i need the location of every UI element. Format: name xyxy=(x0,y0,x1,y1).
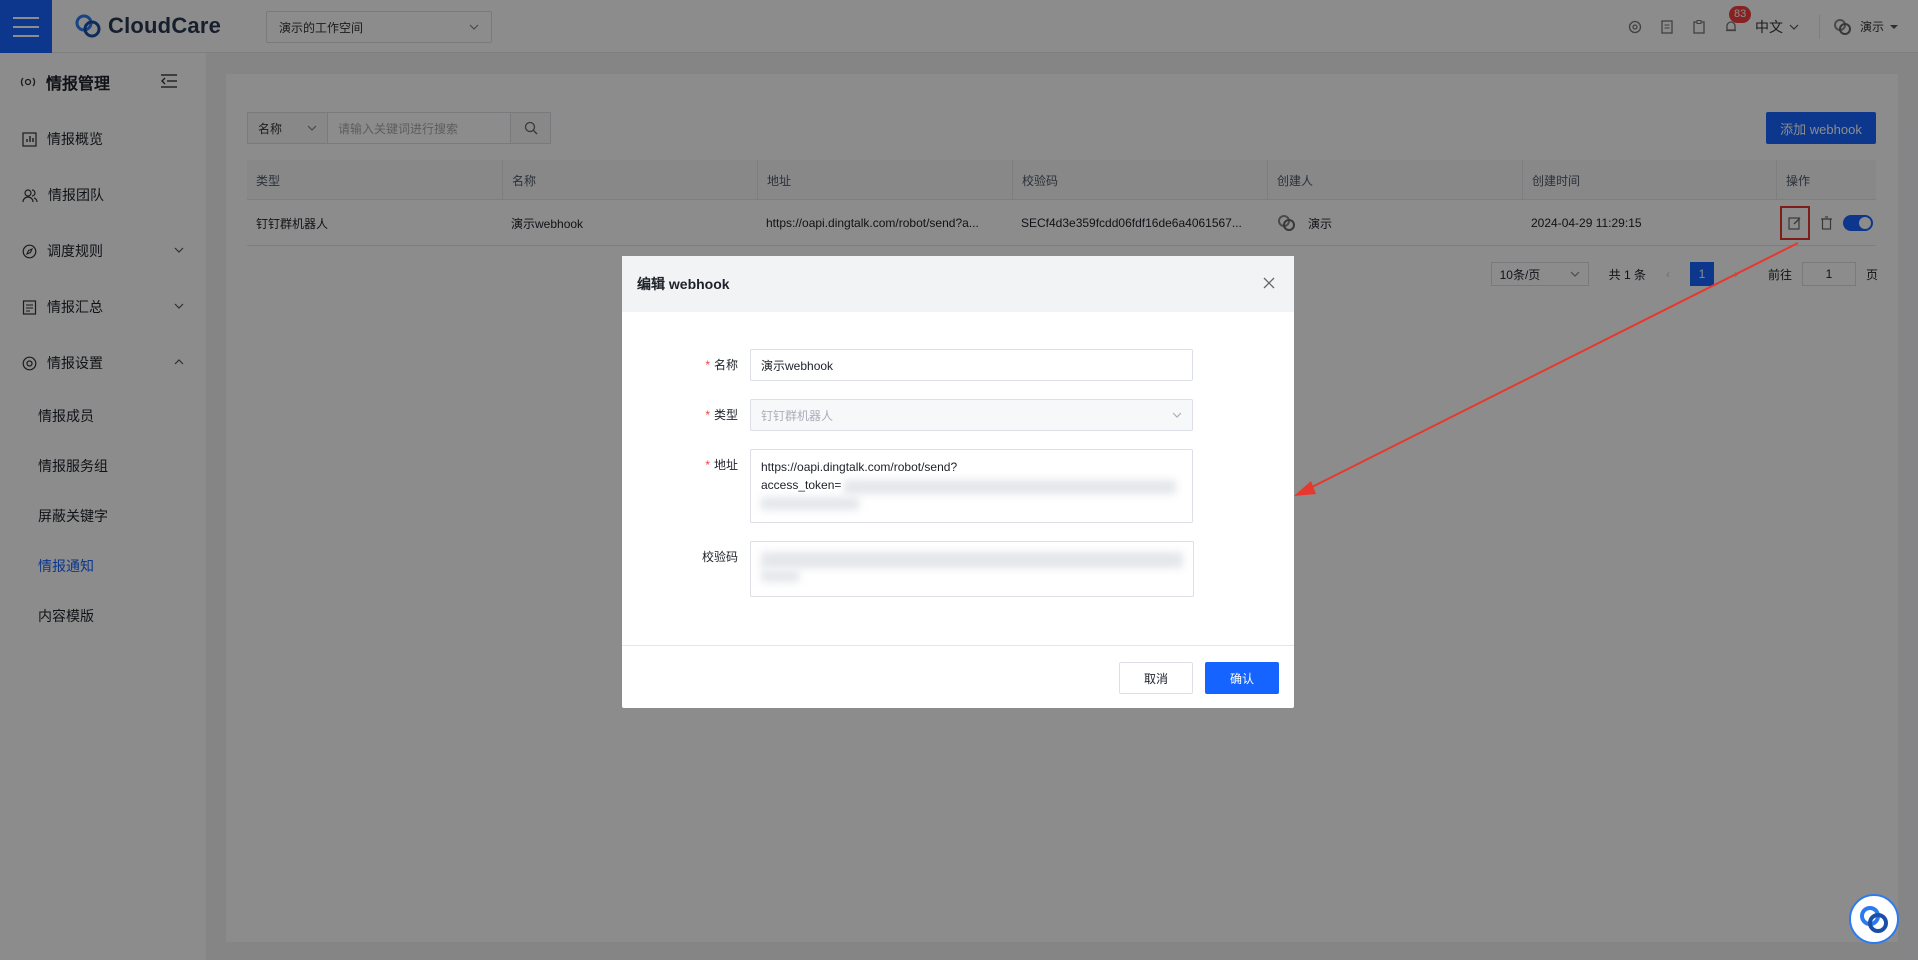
chevron-down-icon xyxy=(1172,412,1182,418)
cloudcare-logo-icon xyxy=(1860,906,1888,933)
edit-webhook-dialog: 编辑 webhook * 名称 演示webhook * 类型 钉钉群机器人 * 地址 … xyxy=(622,256,1294,708)
name-input[interactable]: 演示webhook xyxy=(750,349,1193,381)
redacted-token xyxy=(844,480,1176,494)
cancel-button[interactable]: 取消 xyxy=(1119,662,1193,694)
address-textarea[interactable]: https://oapi.dingtalk.com/robot/send? ac… xyxy=(750,449,1193,523)
redacted-token xyxy=(761,497,859,510)
field-label: * 地址 xyxy=(705,458,738,472)
form-row-type: * 类型 钉钉群机器人 xyxy=(622,399,1193,431)
field-label: * 名称 xyxy=(705,358,738,372)
dialog-title: 编辑 webhook xyxy=(637,276,730,292)
secret-textarea[interactable] xyxy=(750,541,1194,597)
close-icon[interactable] xyxy=(1260,274,1278,292)
redacted-secret xyxy=(761,570,799,582)
address-line-1: https://oapi.dingtalk.com/robot/send? xyxy=(761,460,958,474)
floating-assistant-button[interactable] xyxy=(1849,894,1899,944)
form-row-address: * 地址 https://oapi.dingtalk.com/robot/send… xyxy=(622,449,1193,523)
confirm-button[interactable]: 确认 xyxy=(1205,662,1279,694)
form-row-secret: 校验码 xyxy=(622,541,1194,597)
redacted-secret xyxy=(761,552,1183,568)
dialog-footer: 取消 确认 xyxy=(622,645,1294,708)
dialog-header: 编辑 webhook xyxy=(622,256,1294,312)
address-label: 地址 xyxy=(713,458,738,472)
type-label: 类型 xyxy=(713,408,738,422)
form-row-name: * 名称 演示webhook xyxy=(622,349,1193,381)
field-label: 校验码 xyxy=(622,541,750,597)
name-label: 名称 xyxy=(713,358,738,372)
type-value: 钉钉群机器人 xyxy=(761,408,834,423)
type-select: 钉钉群机器人 xyxy=(750,399,1193,431)
secret-label: 校验码 xyxy=(701,550,738,564)
field-label: * 类型 xyxy=(705,408,738,422)
